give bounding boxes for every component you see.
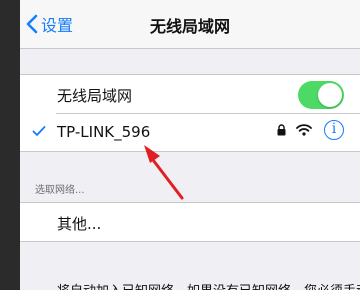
wifi-toggle-label: 无线局域网 <box>57 87 133 105</box>
checkmark-icon <box>32 123 46 142</box>
wifi-toggle-switch[interactable] <box>298 81 344 109</box>
navigation-bar: 设置 无线局域网 <box>20 0 360 49</box>
wifi-group: 无线局域网 TP-LINK_596 i <box>20 74 360 152</box>
other-network-label: 其他... <box>57 215 102 233</box>
choose-network-header: 选取网络... <box>35 185 85 196</box>
toggle-knob <box>318 83 342 107</box>
info-icon[interactable]: i <box>324 120 344 140</box>
page-title: 无线局域网 <box>149 17 230 36</box>
other-network-group: 其他... <box>20 202 360 242</box>
other-network-row[interactable]: 其他... <box>20 203 360 241</box>
network-status-icons: i <box>277 120 344 140</box>
connected-network-row[interactable]: TP-LINK_596 i <box>20 113 360 151</box>
wifi-toggle-row: 无线局域网 <box>20 75 360 113</box>
footer-note: 将自动加入已知网络。如果没有已知网络，您必须手动选择一个网络。 <box>57 280 360 290</box>
lock-icon <box>277 121 286 140</box>
connected-network-name: TP-LINK_596 <box>57 123 151 141</box>
wifi-icon <box>296 121 312 140</box>
wifi-settings-screen: 设置 无线局域网 无线局域网 TP-LINK_596 i 选取网络... 其他.… <box>20 0 360 290</box>
